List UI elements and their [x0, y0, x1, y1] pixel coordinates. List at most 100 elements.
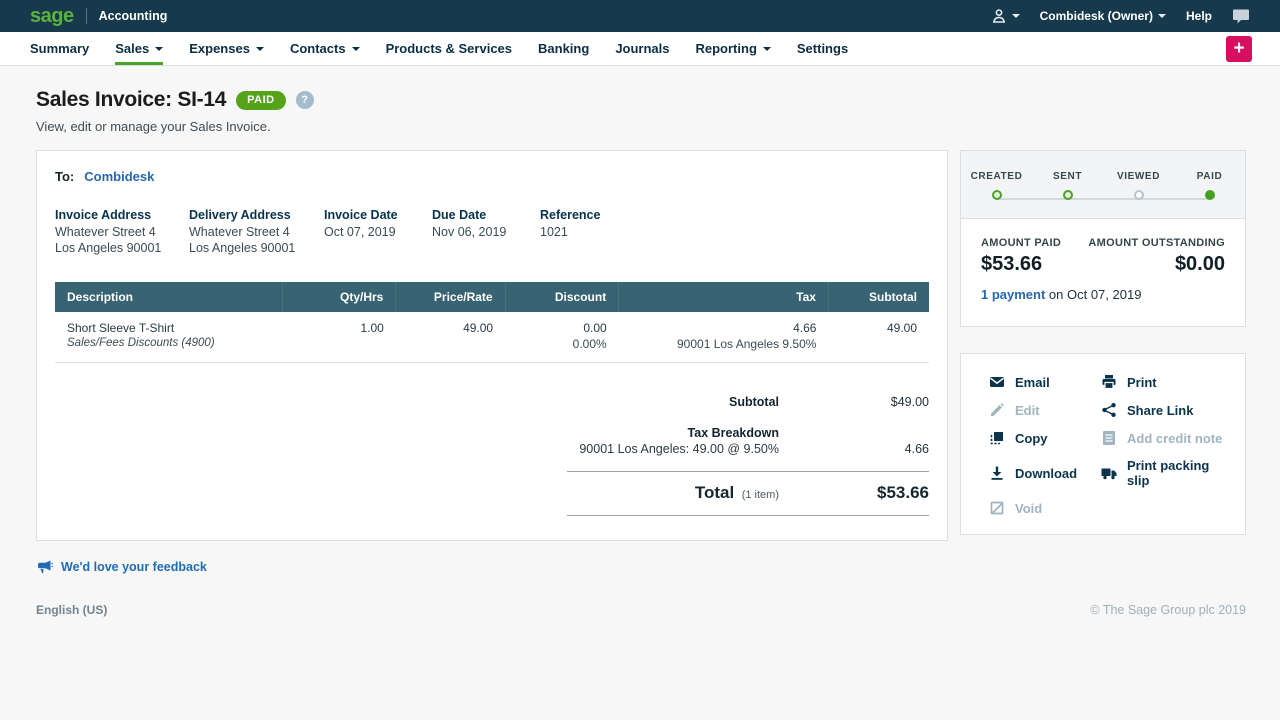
feedback-link[interactable]: We'd love your feedback: [36, 559, 1246, 575]
step-circle: [1205, 190, 1215, 200]
print-action[interactable]: Print: [1101, 374, 1235, 390]
amount-paid-label: AMOUNT PAID: [981, 237, 1061, 249]
invoice-card: To: Combidesk Invoice Address Whatever S…: [36, 150, 948, 541]
timeline-step-viewed: VIEWED: [1103, 171, 1174, 200]
col-price: Price/Rate: [396, 282, 505, 312]
payment-link[interactable]: 1 payment: [981, 287, 1045, 302]
chevron-down-icon: [763, 47, 771, 51]
nav-item-reporting[interactable]: Reporting: [696, 32, 771, 65]
nav-item-banking[interactable]: Banking: [538, 32, 589, 65]
add-credit-note-action[interactable]: Add credit note: [1101, 430, 1235, 446]
actions-card: Email Print Edit Share Link Copy: [960, 353, 1246, 535]
pencil-icon: [989, 402, 1005, 418]
timeline-step-created: CREATED: [961, 171, 1032, 200]
user-icon: [991, 8, 1007, 24]
nav-item-contacts[interactable]: Contacts: [290, 32, 360, 65]
credit-note-icon: [1101, 430, 1117, 446]
field-invoice-address: Invoice Address Whatever Street 4 Los An…: [55, 208, 189, 256]
download-action[interactable]: Download: [989, 458, 1101, 488]
envelope-icon: [989, 374, 1005, 390]
divider: [86, 8, 87, 24]
product-name: Accounting: [99, 9, 168, 23]
col-description: Description: [55, 282, 282, 312]
void-action[interactable]: Void: [989, 500, 1101, 516]
payment-date: on Oct 07, 2019: [1045, 287, 1141, 302]
question-icon[interactable]: ?: [296, 91, 314, 109]
invoice-fields: Invoice Address Whatever Street 4 Los An…: [55, 208, 929, 256]
language-selector[interactable]: English (US): [36, 603, 107, 617]
subtotal-value: $49.00: [779, 395, 929, 409]
chevron-down-icon: [352, 47, 360, 51]
download-icon: [989, 465, 1005, 481]
customer-link[interactable]: Combidesk: [84, 169, 154, 184]
copy-action[interactable]: Copy: [989, 430, 1101, 446]
void-icon: [989, 500, 1005, 516]
topbar: sage Accounting Combidesk (Owner) Help: [0, 0, 1280, 32]
to-label: To:: [55, 169, 74, 184]
totals-section: Subtotal $49.00 Tax Breakdown 90001 Los …: [567, 395, 929, 516]
nav-item-sales[interactable]: Sales: [115, 32, 163, 65]
megaphone-icon: [36, 559, 53, 575]
nav-item-summary[interactable]: Summary: [30, 32, 89, 65]
account-name: Combidesk (Owner): [1040, 9, 1153, 23]
amount-paid-value: $53.66: [981, 253, 1061, 276]
col-subtotal: Subtotal: [828, 282, 929, 312]
total-value: $53.66: [779, 483, 929, 503]
field-invoice-date: Invoice Date Oct 07, 2019: [324, 208, 432, 256]
subtotal-label: Subtotal: [567, 395, 779, 409]
copy-icon: [989, 430, 1005, 446]
page-title: Sales Invoice: SI-14: [36, 88, 226, 112]
chevron-down-icon: [155, 47, 163, 51]
col-tax: Tax: [619, 282, 829, 312]
email-action[interactable]: Email: [989, 374, 1101, 390]
copyright-text: © The Sage Group plc 2019: [1090, 603, 1246, 617]
item-description: Short Sleeve T-Shirt: [67, 320, 270, 336]
truck-icon: [1101, 465, 1117, 481]
nav-item-expenses[interactable]: Expenses: [189, 32, 264, 65]
timeline-step-paid: PAID: [1174, 171, 1245, 200]
share-link-action[interactable]: Share Link: [1101, 402, 1235, 418]
step-circle: [1134, 190, 1144, 200]
field-due-date: Due Date Nov 06, 2019: [432, 208, 540, 256]
user-menu[interactable]: [991, 8, 1020, 24]
amount-outstanding-value: $0.00: [1088, 253, 1225, 276]
col-discount: Discount: [505, 282, 619, 312]
total-label: Total: [695, 483, 734, 502]
step-circle: [1063, 190, 1073, 200]
edit-action[interactable]: Edit: [989, 402, 1101, 418]
item-ledger: Sales/Fees Discounts (4900): [67, 336, 270, 352]
item-tax: 4.66 90001 Los Angeles 9.50%: [619, 312, 829, 362]
nav-item-settings[interactable]: Settings: [797, 32, 848, 65]
field-reference: Reference 1021: [540, 208, 929, 256]
field-delivery-address: Delivery Address Whatever Street 4 Los A…: [189, 208, 324, 256]
item-subtotal: 49.00: [828, 312, 929, 362]
page-subtitle: View, edit or manage your Sales Invoice.: [36, 119, 1246, 134]
feedback-text: We'd love your feedback: [61, 560, 207, 574]
page-footer: English (US) © The Sage Group plc 2019: [36, 603, 1246, 617]
help-link[interactable]: Help: [1186, 9, 1212, 23]
table-row: Short Sleeve T-Shirt Sales/Fees Discount…: [55, 312, 929, 362]
status-timeline: CREATED SENT VIEWED PAID: [961, 151, 1245, 219]
account-menu[interactable]: Combidesk (Owner): [1040, 9, 1166, 23]
item-discount: 0.00 0.00%: [505, 312, 619, 362]
create-new-button[interactable]: +: [1226, 36, 1252, 62]
chevron-down-icon: [1158, 14, 1166, 18]
divider: [567, 515, 929, 516]
line-items-table: Description Qty/Hrs Price/Rate Discount …: [55, 282, 929, 362]
tax-breakdown-line: 90001 Los Angeles: 49.00 @ 9.50%: [567, 442, 779, 456]
chevron-down-icon: [1012, 14, 1020, 18]
printer-icon: [1101, 374, 1117, 390]
tax-breakdown-label: Tax Breakdown: [567, 426, 779, 440]
chat-bubble-icon[interactable]: [1232, 8, 1250, 25]
nav-item-journals[interactable]: Journals: [615, 32, 669, 65]
sage-logo[interactable]: sage: [30, 6, 74, 26]
share-icon: [1101, 402, 1117, 418]
col-qty: Qty/Hrs: [282, 282, 396, 312]
print-packing-slip-action[interactable]: Print packing slip: [1101, 458, 1235, 488]
timeline-step-sent: SENT: [1032, 171, 1103, 200]
status-card: CREATED SENT VIEWED PAID: [960, 150, 1246, 327]
step-circle: [992, 190, 1002, 200]
item-qty: 1.00: [282, 312, 396, 362]
nav-item-products-services[interactable]: Products & Services: [386, 32, 512, 65]
total-items-count: (1 item): [742, 489, 779, 501]
